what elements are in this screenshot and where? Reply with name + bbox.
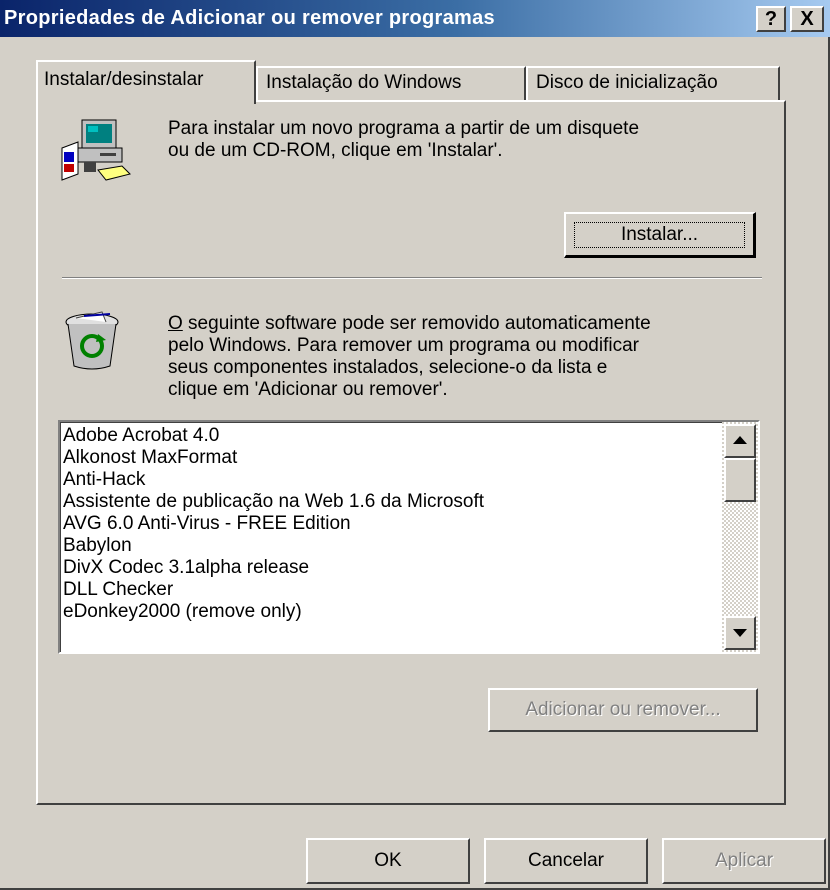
apply-button[interactable]: Aplicar	[662, 838, 826, 884]
window-title: Propriedades de Adicionar ou remover pro…	[4, 7, 495, 29]
scroll-up-button[interactable]	[724, 424, 756, 458]
tab-label: Instalação do Windows	[266, 72, 462, 93]
list-item[interactable]: Adobe Acrobat 4.0	[63, 425, 713, 447]
list-item[interactable]: eDonkey2000 (remove only)	[63, 601, 713, 623]
tab-instalacao-windows[interactable]: Instalação do Windows	[256, 66, 526, 100]
mnemonic-letter: O	[168, 313, 183, 334]
remove-description: O seguinte software pode ser removido au…	[168, 313, 768, 401]
remove-description-text: seguinte software pode ser removido auto…	[182, 313, 651, 334]
remove-description-line: pelo Windows. Para remover um programa o…	[168, 335, 639, 356]
tab-label: Disco de inicialização	[536, 72, 718, 93]
program-list[interactable]: Adobe Acrobat 4.0 Alkonost MaxFormat Ant…	[58, 420, 760, 654]
list-item[interactable]: DivX Codec 3.1alpha release	[63, 557, 713, 579]
install-button-label: Instalar...	[574, 222, 745, 248]
list-item[interactable]: DLL Checker	[63, 579, 713, 601]
title-bar[interactable]: Propriedades de Adicionar ou remover pro…	[0, 0, 830, 37]
arrow-down-icon	[733, 629, 747, 637]
scroll-thumb[interactable]	[724, 458, 756, 502]
arrow-up-icon	[733, 436, 747, 444]
tab-disco-inicializacao[interactable]: Disco de inicialização	[526, 66, 780, 100]
remove-description-line: O seguinte software pode ser removido au…	[168, 313, 768, 335]
list-item[interactable]: AVG 6.0 Anti-Virus - FREE Edition	[63, 513, 713, 535]
remove-description-line: seus componentes instalados, selecione-o…	[168, 357, 608, 378]
list-item[interactable]: Alkonost MaxFormat	[63, 447, 713, 469]
properties-dialog: Propriedades de Adicionar ou remover pro…	[0, 0, 830, 890]
vertical-scrollbar[interactable]	[722, 422, 758, 652]
install-description-line: ou de um CD-ROM, clique em 'Instalar'.	[168, 140, 503, 161]
close-button[interactable]: X	[790, 6, 824, 32]
install-description-line: Para instalar um novo programa a partir …	[168, 118, 640, 139]
tab-label: Instalar/desinstalar	[44, 69, 204, 90]
install-button[interactable]: Instalar...	[564, 212, 756, 258]
scroll-down-button[interactable]	[724, 616, 756, 650]
cancel-button[interactable]: Cancelar	[484, 838, 648, 884]
ok-button[interactable]: OK	[306, 838, 470, 884]
list-item[interactable]: Babylon	[63, 535, 713, 557]
computer-install-icon	[60, 118, 134, 184]
remove-description-line: clique em 'Adicionar ou remover'.	[168, 379, 448, 400]
help-button[interactable]: ?	[756, 6, 786, 32]
tab-instalar-desinstalar[interactable]: Instalar/desinstalar	[36, 60, 256, 104]
install-description: Para instalar um novo programa a partir …	[168, 118, 768, 162]
list-item[interactable]: Assistente de publicação na Web 1.6 da M…	[63, 491, 713, 513]
recycle-bin-icon	[62, 310, 124, 372]
program-list-items: Adobe Acrobat 4.0 Alkonost MaxFormat Ant…	[63, 425, 713, 623]
list-item[interactable]: Anti-Hack	[63, 469, 713, 491]
add-remove-button[interactable]: Adicionar ou remover...	[488, 688, 758, 732]
section-divider	[62, 277, 762, 279]
